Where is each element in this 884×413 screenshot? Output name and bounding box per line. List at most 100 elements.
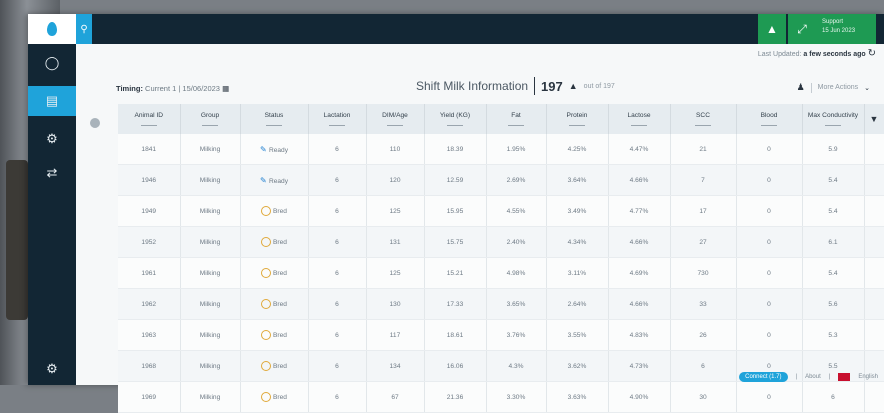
column-header[interactable]: Lactose (608, 104, 671, 134)
column-header[interactable]: Lactation (308, 104, 367, 134)
table-cell: 4.69% (608, 257, 671, 289)
table-cell: 15.21 (424, 257, 487, 289)
language-selector[interactable]: English (858, 374, 878, 380)
expand-button[interactable]: ⤢ (788, 14, 816, 44)
table-cell: 1952 (118, 226, 181, 258)
app-logo[interactable] (28, 14, 76, 44)
table-cell: 15.75 (424, 226, 487, 258)
table-cell: 120 (366, 164, 425, 196)
table-cell-empty (864, 226, 884, 258)
bred-icon (261, 237, 272, 247)
sidebar-item-dashboard[interactable]: ◯ (28, 48, 76, 78)
column-header[interactable]: Protein (546, 104, 609, 134)
refresh-icon[interactable]: ↻ (868, 48, 876, 59)
table-cell: 26 (670, 319, 737, 351)
table-cell: 1962 (118, 288, 181, 320)
table-header-row: Animal ID Group Status Lactation DIM/Age… (118, 104, 884, 134)
table-row[interactable]: 1963 Milking Bred 6 117 18.61 3.76% 3.55% 4.83% 2… (118, 319, 884, 351)
table-cell: Milking (180, 226, 241, 258)
table-cell: 3.64% (546, 164, 609, 196)
table-row[interactable]: 1949 Milking Bred 6 125 15.95 4.55% 3.49% 4.77% 1… (118, 195, 884, 227)
table-cell: 125 (366, 257, 425, 289)
table-cell: Bred (240, 381, 309, 413)
table-cell: 4.90% (608, 381, 671, 413)
about-link[interactable]: About (805, 374, 821, 380)
table-row[interactable]: 1946 Milking ✎ Ready 6 120 12.59 2.69% 3.64% 4.6… (118, 164, 884, 196)
table-cell: 4.47% (608, 134, 671, 165)
user-icon[interactable]: ♟ (797, 82, 805, 93)
table-cell-empty (864, 195, 884, 227)
user-date: 15 Jun 2023 (822, 28, 856, 34)
table-cell: 110 (366, 134, 425, 165)
table-cell: 6 (308, 288, 367, 320)
table-cell: 4.25% (546, 134, 609, 165)
table-cell: 0 (736, 257, 803, 289)
table-cell: 18.39 (424, 134, 487, 165)
out-of-total: out of 197 (583, 82, 615, 90)
table-cell: 5.9 (802, 134, 865, 165)
table-cell: 4.34% (546, 226, 609, 258)
drop-logo-icon (47, 22, 57, 36)
table-cell: 2.40% (486, 226, 547, 258)
filter-column-button[interactable]: ▼ (864, 104, 884, 134)
table-cell: 17 (670, 195, 737, 227)
table-cell: 3.30% (486, 381, 547, 413)
table-cell: 3.63% (546, 381, 609, 413)
table-cell: 4.66% (608, 226, 671, 258)
column-header[interactable]: Yield (KG) (424, 104, 487, 134)
app-window: ⚲ ▲ ⤢ Support 15 Jun 2023 ◯ ▤ ⚙ ⇄ ⚙ Last… (28, 14, 884, 413)
calendar-icon[interactable]: ▦ (222, 84, 229, 93)
column-header[interactable]: SCC (670, 104, 737, 134)
more-actions[interactable]: ♟ More Actions ⌄ (797, 82, 870, 93)
column-header[interactable]: Status (240, 104, 309, 134)
table-cell: 5.6 (802, 288, 865, 320)
title-divider (534, 77, 536, 95)
table-cell: ✎ Ready (240, 164, 309, 196)
sidebar-item-herd[interactable]: ⚙ (28, 124, 76, 154)
footer-divider: | (828, 374, 831, 380)
actions-divider (810, 82, 812, 93)
table-cell: 0 (736, 134, 803, 165)
bred-icon (261, 299, 272, 309)
actions-icon: ⇄ (46, 165, 58, 180)
table-cell: 6 (308, 319, 367, 351)
bred-icon (261, 330, 272, 340)
table-cell: 4.66% (608, 164, 671, 196)
table-cell: 131 (366, 226, 425, 258)
table-row[interactable]: 1841 Milking ✎ Ready 6 110 18.39 1.95% 4.25% 4.4… (118, 134, 884, 165)
sidebar-item-settings[interactable]: ⚙ (28, 354, 76, 384)
table-cell: 15.95 (424, 195, 487, 227)
search-button[interactable]: ⚲ (76, 14, 92, 44)
ready-icon: ✎ (260, 144, 269, 154)
table-cell: Milking (180, 134, 241, 165)
herd-icon: ⚙ (46, 131, 58, 146)
sidebar: ◯ ▤ ⚙ ⇄ ⚙ (28, 44, 76, 385)
column-header[interactable]: Fat (486, 104, 547, 134)
table-row[interactable]: 1961 Milking Bred 6 125 15.21 4.98% 3.11% 4.69% 7… (118, 257, 884, 289)
table-cell: 4.55% (486, 195, 547, 227)
table-cell: 33 (670, 288, 737, 320)
table-cell: Milking (180, 195, 241, 227)
table-row[interactable]: 1969 Milking Bred 6 67 21.36 3.30% 3.63% 4.90% 30… (118, 381, 884, 413)
connect-button[interactable]: Connect (1.7) (739, 372, 788, 382)
table-cell: 6 (308, 195, 367, 227)
table-cell: 6 (802, 381, 865, 413)
table-cell: ✎ Ready (240, 134, 309, 165)
select-all-toggle[interactable] (90, 118, 100, 128)
cow-shortcut-button[interactable]: ▲ (758, 14, 786, 44)
table-row[interactable]: 1962 Milking Bred 6 130 17.33 3.65% 2.64% 4.66% 3… (118, 288, 884, 320)
sidebar-item-actions[interactable]: ⇄ (28, 158, 76, 188)
column-header[interactable]: DIM/Age (366, 104, 425, 134)
column-header[interactable]: Max Conductivity (802, 104, 865, 134)
sidebar-item-reports[interactable]: ▤ (28, 86, 76, 116)
chevron-down-icon: ⌄ (864, 84, 870, 92)
table-cell: Bred (240, 226, 309, 258)
user-info[interactable]: Support 15 Jun 2023 (816, 14, 876, 44)
column-header[interactable]: Blood (736, 104, 803, 134)
table-cell: 6 (308, 381, 367, 413)
table-cell: Milking (180, 319, 241, 351)
column-header[interactable]: Animal ID (118, 104, 181, 134)
table-row[interactable]: 1952 Milking Bred 6 131 15.75 2.40% 4.34% 4.66% 2… (118, 226, 884, 258)
column-header[interactable]: Group (180, 104, 241, 134)
table-cell: 0 (736, 195, 803, 227)
